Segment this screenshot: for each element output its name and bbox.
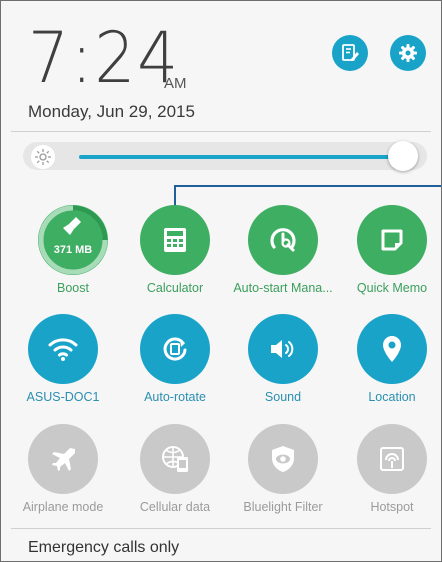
brightness-thumb[interactable]: [387, 141, 418, 171]
auto-start-icon: [270, 228, 296, 252]
tile-bluelight-filter[interactable]: Bluelight Filter: [233, 424, 333, 514]
airplane-icon: [52, 448, 75, 471]
wifi-icon: [48, 338, 78, 361]
tile-boost[interactable]: 371 MB Boost: [23, 205, 123, 295]
memo-icon: [381, 229, 403, 251]
tile-cellular-data[interactable]: Cellular data: [125, 424, 225, 514]
edit-settings-button[interactable]: [332, 35, 368, 71]
tile-label: Boost: [57, 281, 89, 295]
location-circle: [357, 314, 427, 384]
tile-label: Auto-rotate: [144, 390, 206, 404]
clock-ampm: AM: [164, 75, 187, 92]
footer-divider: [11, 528, 431, 529]
location-icon: [383, 336, 401, 362]
boost-broom-icon: [63, 217, 81, 235]
hotspot-icon: [380, 447, 404, 471]
tile-auto-rotate[interactable]: Auto-rotate: [125, 314, 225, 404]
tile-wifi[interactable]: ASUS-DOC1: [13, 314, 113, 404]
clock-time: 7:24: [28, 17, 180, 99]
tile-label: Airplane mode: [22, 500, 104, 514]
auto-rotate-circle: [140, 314, 210, 384]
sound-circle: [248, 314, 318, 384]
settings-button[interactable]: [390, 35, 426, 71]
tile-label: Sound: [264, 390, 302, 404]
emergency-status: Emergency calls only: [28, 539, 180, 556]
tile-sound[interactable]: Sound: [233, 314, 333, 404]
tile-location[interactable]: Location: [342, 314, 441, 404]
tile-label: Hotspot: [370, 500, 414, 514]
tile-auto-start-manager[interactable]: Auto-start Mana...: [233, 205, 333, 295]
cellular-data-circle: [140, 424, 210, 494]
brightness-level: [79, 155, 403, 159]
tile-label: Calculator: [146, 281, 204, 295]
gear-icon: [399, 44, 417, 62]
tile-label: Location: [368, 390, 416, 404]
sound-icon: [271, 340, 294, 358]
tile-label: Quick Memo: [356, 281, 428, 295]
tile-quick-memo[interactable]: Quick Memo: [342, 205, 441, 295]
rotate-icon: [163, 337, 187, 361]
brightness-icon: [31, 145, 55, 169]
calculator-circle: [140, 205, 210, 275]
boost-circle: 371 MB: [38, 205, 108, 275]
tile-label: Auto-start Mana...: [233, 281, 333, 295]
header-divider: [11, 131, 431, 132]
clock-date: Monday, Jun 29, 2015: [28, 102, 195, 121]
boost-memory: 371 MB: [53, 244, 93, 256]
quick-settings-panel: 7:24 AM Monday, Jun 29, 2015 371 MB Boos…: [0, 0, 442, 562]
bluelight-filter-icon: [272, 446, 294, 472]
cellular-data-icon: [162, 446, 188, 472]
callout-line: [174, 185, 441, 187]
tile-airplane-mode[interactable]: Airplane mode: [13, 424, 113, 514]
wifi-circle: [28, 314, 98, 384]
edit-icon: [342, 44, 359, 61]
hotspot-circle: [357, 424, 427, 494]
airplane-circle: [28, 424, 98, 494]
tile-label: Bluelight Filter: [243, 500, 323, 514]
bluelight-filter-circle: [248, 424, 318, 494]
quick-memo-circle: [357, 205, 427, 275]
tile-label: ASUS-DOC1: [26, 390, 100, 404]
calculator-icon: [164, 228, 186, 252]
tile-calculator[interactable]: Calculator: [125, 205, 225, 295]
tile-hotspot[interactable]: Hotspot: [342, 424, 441, 514]
tile-label: Cellular data: [139, 500, 211, 514]
auto-start-circle: [248, 205, 318, 275]
